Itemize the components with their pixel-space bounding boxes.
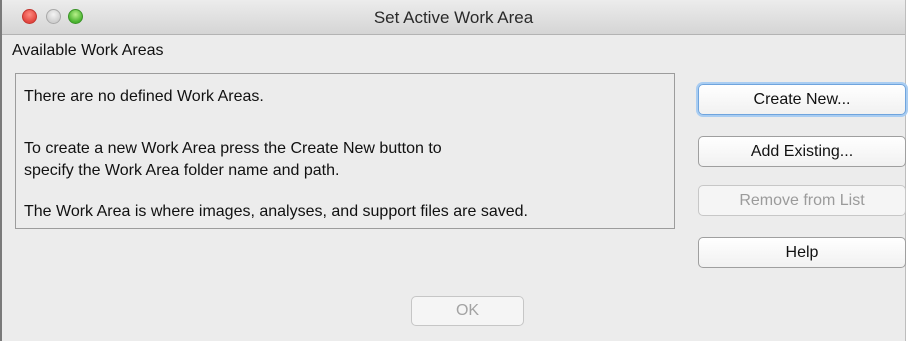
create-instructions-line2: specify the Work Area folder name and pa…: [24, 162, 340, 179]
help-button[interactable]: Help: [698, 237, 906, 268]
dialog-window: Set Active Work Area Available Work Area…: [0, 0, 906, 341]
remove-from-list-button[interactable]: Remove from List: [698, 185, 906, 216]
ok-button[interactable]: OK: [411, 296, 524, 326]
work-area-description: The Work Area is where images, analyses,…: [24, 203, 528, 220]
window-title: Set Active Work Area: [373, 8, 534, 27]
title-bar[interactable]: Set Active Work Area: [2, 0, 905, 35]
available-work-areas-label: Available Work Areas: [12, 42, 164, 59]
add-existing-button[interactable]: Add Existing...: [698, 136, 906, 167]
create-instructions-line1: To create a new Work Area press the Crea…: [24, 140, 442, 157]
no-work-areas-message: There are no defined Work Areas.: [24, 88, 264, 105]
create-new-button[interactable]: Create New...: [698, 84, 906, 115]
work-areas-panel: There are no defined Work Areas. To crea…: [15, 73, 675, 229]
